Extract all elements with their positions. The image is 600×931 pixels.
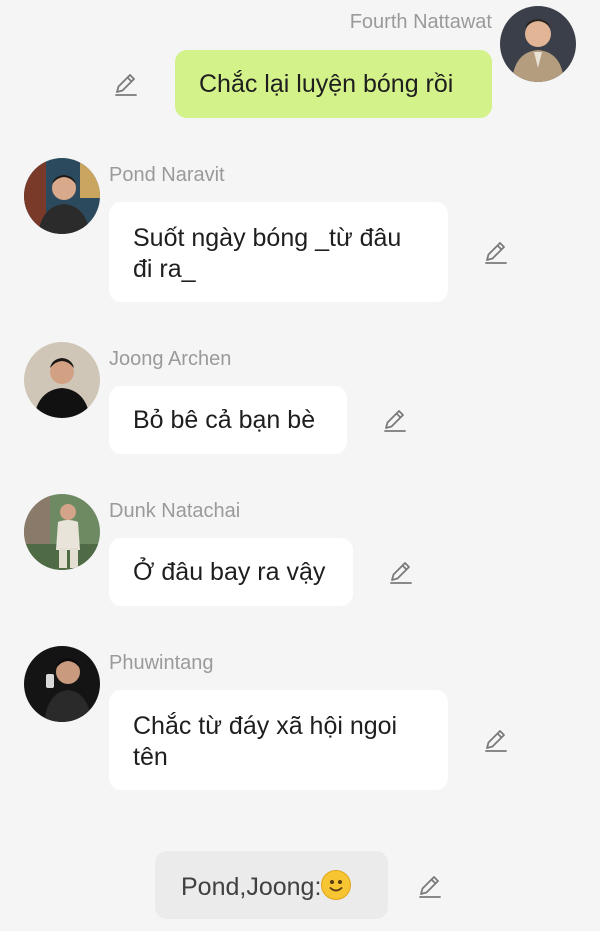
slightly-smiling-face-icon xyxy=(321,870,352,900)
pencil-edit-icon[interactable] xyxy=(416,872,444,900)
note-bubble[interactable]: Pond,Joong: xyxy=(155,851,388,919)
avatar[interactable] xyxy=(500,6,576,82)
message-bubble[interactable]: Chắc lại luyện bóng rồi xyxy=(175,50,492,118)
pencil-edit-icon[interactable] xyxy=(381,406,409,434)
message-bubble[interactable]: Suốt ngày bóng _từ đâu đi ra_ xyxy=(109,202,448,302)
author-name: Fourth Nattawat xyxy=(349,11,492,33)
message-bubble[interactable]: Chắc từ đáy xã hội ngoi tên xyxy=(109,690,448,790)
avatar[interactable] xyxy=(24,342,100,418)
author-name: Dunk Natachai xyxy=(109,500,241,522)
author-name: Pond Naravit xyxy=(109,164,225,186)
message-text: Suốt ngày bóng _từ đâu đi ra_ xyxy=(133,224,402,283)
message-bubble[interactable]: Ở đâu bay ra vậy xyxy=(109,538,353,606)
pencil-edit-icon[interactable] xyxy=(482,726,510,754)
pencil-edit-icon[interactable] xyxy=(112,70,140,98)
avatar[interactable] xyxy=(24,646,100,722)
pencil-edit-icon[interactable] xyxy=(482,238,510,266)
author-name: Joong Archen xyxy=(109,348,232,370)
note-text: Pond,Joong: xyxy=(181,873,322,901)
message-text: Chắc từ đáy xã hội ngoi tên xyxy=(133,712,398,771)
message-text: Chắc lại luyện bóng rồi xyxy=(199,70,454,98)
message-bubble[interactable]: Bỏ bê cả bạn bè xyxy=(109,386,347,454)
message-text: Bỏ bê cả bạn bè xyxy=(133,406,316,434)
message-text: Ở đâu bay ra vậy xyxy=(133,558,326,586)
pencil-edit-icon[interactable] xyxy=(387,558,415,586)
avatar[interactable] xyxy=(24,494,100,570)
author-name: Phuwintang xyxy=(109,652,214,674)
avatar[interactable] xyxy=(24,158,100,234)
